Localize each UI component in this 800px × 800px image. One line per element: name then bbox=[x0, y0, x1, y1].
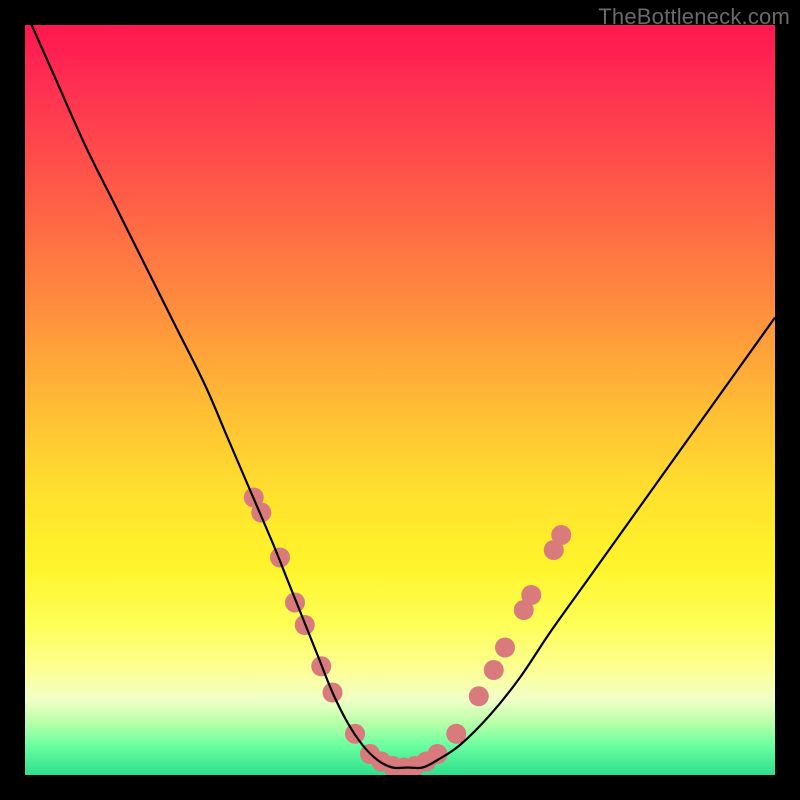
data-marker bbox=[270, 548, 290, 568]
data-marker bbox=[469, 686, 489, 706]
data-marker bbox=[495, 638, 515, 658]
marker-layer bbox=[244, 488, 572, 776]
data-marker bbox=[551, 525, 571, 545]
plot-area bbox=[25, 25, 775, 775]
data-marker bbox=[484, 660, 504, 680]
watermark-text: TheBottleneck.com bbox=[598, 4, 790, 30]
chart-frame: TheBottleneck.com bbox=[0, 0, 800, 800]
data-marker bbox=[285, 593, 305, 613]
data-marker bbox=[521, 585, 541, 605]
bottleneck-curve-path bbox=[25, 25, 775, 768]
bottleneck-chart-svg bbox=[25, 25, 775, 775]
data-marker bbox=[251, 503, 271, 523]
